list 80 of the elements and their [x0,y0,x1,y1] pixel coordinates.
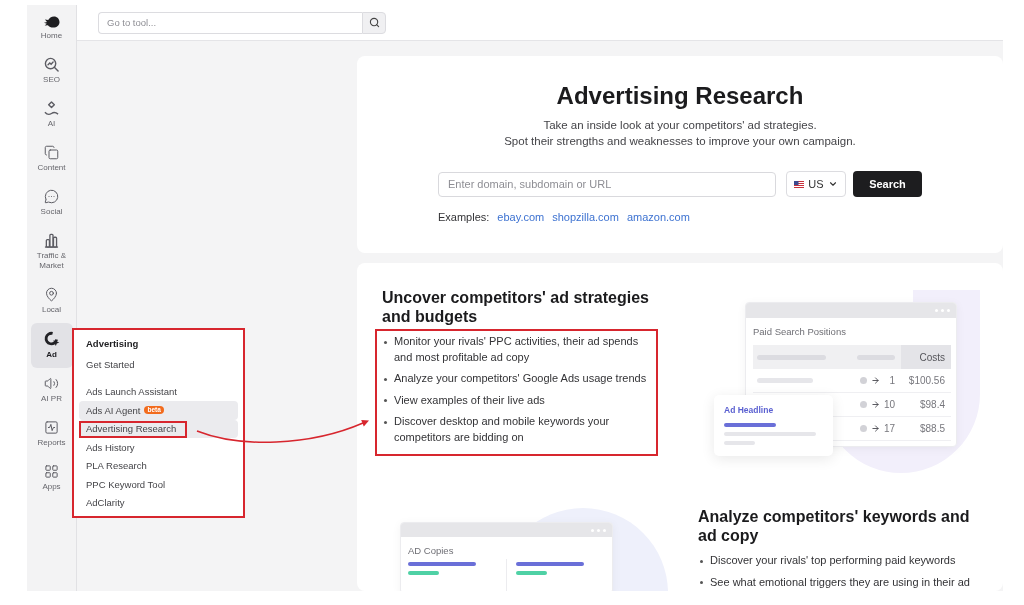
diamond-icon [44,101,59,116]
arrow-right-icon [871,376,880,385]
menu-item[interactable]: Get Started [79,355,238,374]
country-select[interactable]: US [786,171,846,197]
bullet-text: Discover desktop and mobile keywords your competitors are bidding on [394,414,611,445]
speaker-icon [44,376,59,391]
nav-item[interactable]: Apps [30,456,73,500]
menu-heading: Advertising [85,337,140,351]
nav-item[interactable]: SEO [30,49,73,93]
section-heading: Analyze competitors' keywords and ad copy [698,507,971,545]
nav-item[interactable]: Social [30,181,73,225]
menu-item[interactable]: Ads Launch Assistant [79,382,238,401]
nav-item[interactable]: AI [30,93,73,137]
section-heading: Uncover competitors' ad strategies and budgets [382,288,650,326]
skeleton-bar [408,571,439,575]
map-pin-icon [44,287,59,302]
arrow-right-icon [870,400,880,409]
bullet-text: Discover your rivals' top performing paid keywords [710,553,956,568]
bullet-text: Monitor your rivals' PPC activities, their ad spends and most profitable ad copy [394,334,640,365]
bullet-text: View examples of their live ads [394,392,545,408]
logo-icon [43,16,60,28]
bullet-text: Analyze your competitors' Google Ads usage trends [394,371,647,386]
nav-item[interactable]: Traffic & Market [30,225,73,279]
skeleton-bar [516,571,547,575]
skeleton-bar [516,562,584,566]
column-header: Costs [901,345,951,369]
example-link[interactable]: ebay.com [497,210,545,224]
bullet-icon [384,420,387,424]
page-title: Advertising Research [556,82,804,110]
chat-bubble-icon [44,189,59,204]
menu-item[interactable]: PLA Research [79,456,238,475]
cost-value: $98.4 [918,399,946,410]
search-button[interactable]: Search [853,171,922,197]
bullet-icon [700,559,703,563]
copy-icon [44,145,59,160]
position-value: 1 [888,375,895,386]
cost-value: $88.5 [918,423,946,434]
pulse-square-icon [44,420,59,435]
example-link[interactable]: amazon.com [626,210,690,224]
position-value: 17 [883,423,895,434]
nav-item[interactable]: AI PR [30,368,73,412]
bullet-icon [700,581,703,584]
example-link[interactable]: shopzilla.com [552,210,619,224]
dot-icon [860,377,867,384]
search-field[interactable]: Go to tool... [98,11,362,34]
skeleton-bar [408,562,476,566]
subtitle-line: Take an inside look at your competitors' ad strategies. [543,118,817,133]
skeleton-bar [724,423,776,427]
menu-item[interactable]: PPC Keyword Tool [79,475,238,494]
nav-item[interactable]: Reports [30,412,73,456]
chevron-down-icon [827,179,838,189]
nav-item[interactable]: Local [30,279,73,323]
nav-item[interactable]: Ad [30,323,73,368]
skeleton-bar [757,378,813,383]
menu-item[interactable]: Ads History [79,438,238,457]
arrow-right-icon [870,424,880,433]
domain-input[interactable]: Enter domain, subdomain or URL [438,171,776,197]
dot-icon [859,401,867,408]
grid-icon [44,464,59,479]
search-button[interactable] [362,11,386,34]
bullet-icon [384,399,387,402]
bullet-text: See what emotional triggers they are using in their ad [710,574,970,590]
window-title: AD Copies [408,545,455,557]
flag-icon [794,180,805,188]
nav-item[interactable]: Content [30,137,73,181]
dot-icon [859,425,867,432]
bullet-icon [384,377,387,381]
ad-headline: Ad Headline [724,405,775,416]
subtitle-line: Spot their strengths and weaknesses to improve your own campaign. [504,134,856,149]
cost-value: $100.56 [907,375,946,386]
magnifier-chart-icon [44,57,59,72]
cursor-ring-icon [43,331,60,347]
nav-item[interactable]: Home [30,8,73,49]
examples-label: Examples: [438,210,490,224]
window-title: Paid Search Positions [753,326,847,338]
search-icon [368,17,380,28]
menu-item[interactable]: AdClarity [79,493,238,512]
bar-chart-icon [44,233,59,248]
position-value: 10 [883,399,895,410]
bullet-icon [384,340,387,344]
